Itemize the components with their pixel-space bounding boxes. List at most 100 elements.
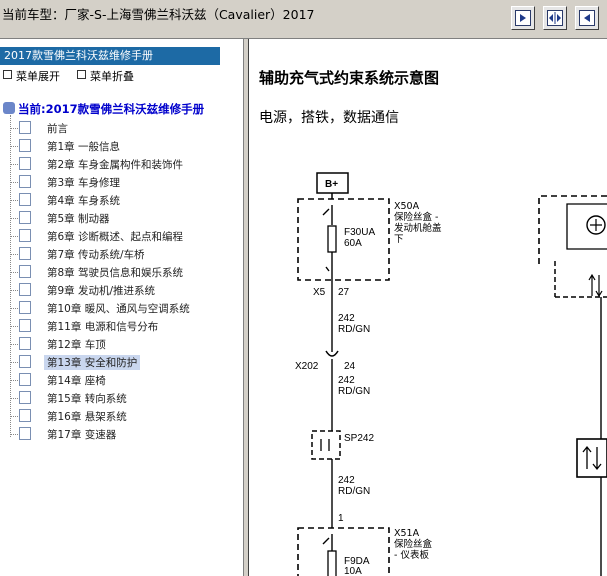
tree-branch [10, 434, 18, 435]
document-icon [19, 121, 31, 134]
toc-pane: 2017款雪佛兰科沃兹维修手册 菜单展开 菜单折叠 当前:2017款雪佛兰科沃兹… [0, 39, 243, 576]
collapse-menu-button[interactable]: 菜单折叠 [77, 68, 134, 84]
tree-branch [10, 398, 18, 399]
fuse1-desc3: 下 [394, 234, 404, 245]
document-icon [19, 229, 31, 242]
document-icon [19, 247, 31, 260]
wire2-color: RD/GN [338, 386, 370, 397]
square-icon [77, 70, 86, 79]
tree-branch [10, 236, 18, 237]
tree-branch [10, 182, 18, 183]
document-icon [19, 391, 31, 404]
fuse-connector-icon [322, 534, 333, 551]
fuse1-code: F30UA [344, 227, 375, 238]
data-arrows-icon [588, 273, 603, 298]
document-icon [19, 337, 31, 350]
b-plus-label: B+ [325, 179, 338, 190]
document-icon [19, 409, 31, 422]
connector-x202: X202 [295, 361, 319, 372]
document-icon [19, 427, 31, 440]
toc-item-label: 第17章 变速器 [47, 429, 117, 441]
show-pane-button[interactable] [511, 6, 535, 30]
document-icon [19, 319, 31, 332]
tree-branch [10, 218, 18, 219]
toc-item-label: 第13章 安全和防护 [44, 355, 141, 370]
splice-label: SP242 [344, 433, 374, 444]
document-icon [19, 211, 31, 224]
split-panes-icon [547, 10, 563, 26]
splice-icon [320, 439, 330, 451]
fuse-icon [327, 550, 337, 576]
wiring-diagram: B+ F30UA 60A X50A 保险丝盒 - 发动机舱盖 下 X5 27 2… [295, 172, 607, 576]
wire3-size: 242 [338, 475, 355, 486]
tree-branch [10, 200, 18, 201]
tree-branch [10, 416, 18, 417]
tree-branch [10, 290, 18, 291]
toc-item-label: 第1章 一般信息 [47, 141, 121, 153]
document-icon [19, 157, 31, 170]
toc-item-label: 第9章 发动机/推进系统 [47, 285, 156, 297]
toc-item-label: 第12章 车顶 [47, 339, 106, 351]
toc-item-label: 第10章 暖风、通风与空调系统 [47, 303, 190, 315]
tree-branch [10, 128, 18, 129]
toc-item-label: 第14章 座椅 [47, 375, 106, 387]
toc-item-label: 第5章 制动器 [47, 213, 110, 225]
document-icon [19, 193, 31, 206]
fuse1-amp: 60A [344, 238, 362, 249]
tree-branch [10, 362, 18, 363]
tree-branch [10, 272, 18, 273]
document-icon [19, 373, 31, 386]
toc-item-label: 第4章 车身系统 [47, 195, 121, 207]
tree-branch [10, 326, 18, 327]
toc-item-label: 第2章 车身金属构件和装饰件 [47, 159, 184, 171]
manual-title[interactable]: 2017款雪佛兰科沃兹维修手册 [0, 47, 220, 65]
book-icon [3, 102, 15, 114]
square-icon [3, 70, 12, 79]
toc-item-label: 第16章 悬架系统 [47, 411, 127, 423]
toc-item-label: 第3章 车身修理 [47, 177, 121, 189]
pin-27: 27 [338, 287, 350, 298]
fuse-icon [327, 225, 337, 253]
toc-item-label: 第8章 驾驶员信息和娱乐系统 [47, 267, 184, 279]
fuse1-desc1: 保险丝盒 - [394, 211, 438, 223]
expand-menu-label: 菜单展开 [16, 70, 60, 83]
wire1-size: 242 [338, 313, 355, 324]
tree-root-label: 当前:2017款雪佛兰科沃兹维修手册 [18, 102, 205, 116]
splice-sp242 [311, 430, 341, 460]
wire2-size: 242 [338, 375, 355, 386]
hide-pane-icon [579, 10, 595, 26]
collapse-menu-label: 菜单折叠 [90, 70, 134, 83]
data-link-module [576, 438, 607, 478]
expand-menu-button[interactable]: 菜单展开 [3, 68, 60, 84]
content-pane: 辅助充气式约束系统示意图 电源，搭铁，数据通信 B+ F30UA 60A X50… [249, 39, 607, 576]
toc-item-label: 前言 [47, 123, 68, 135]
fuse2-desc2: - 仪表板 [394, 549, 429, 561]
tree-branch [10, 254, 18, 255]
connector-x5: X5 [313, 287, 326, 298]
fuse2-box: X51A [394, 528, 420, 539]
tree-branch [10, 146, 18, 147]
document-icon [19, 175, 31, 188]
document-icon [19, 265, 31, 278]
document-icon [19, 355, 31, 368]
document-icon [19, 139, 31, 152]
fuse-connector-icon [325, 265, 333, 280]
split-panes-button[interactable] [543, 6, 567, 30]
toc-item-label: 第11章 电源和信号分布 [47, 321, 159, 333]
tree-branch [10, 344, 18, 345]
fuse1-box: X50A [394, 201, 420, 212]
tree-branch [10, 380, 18, 381]
fuse1-desc2: 发动机舱盖 [394, 222, 442, 234]
toc-item-label: 第7章 传动系统/车桥 [47, 249, 145, 261]
wire1-color: RD/GN [338, 324, 370, 335]
fuse2-desc1: 保险丝盒 [394, 538, 433, 550]
tree-root[interactable]: 当前:2017款雪佛兰科沃兹维修手册 [3, 101, 204, 117]
tree-branch [10, 308, 18, 309]
show-pane-icon [515, 10, 531, 26]
pin-1: 1 [338, 513, 344, 524]
fuse-connector-icon [322, 205, 333, 225]
title-bar: 当前车型：厂家-S-上海雪佛兰科沃兹（Cavalier）2017 [0, 0, 607, 39]
hide-pane-button[interactable] [575, 6, 599, 30]
document-icon [19, 283, 31, 296]
document-icon [19, 301, 31, 314]
